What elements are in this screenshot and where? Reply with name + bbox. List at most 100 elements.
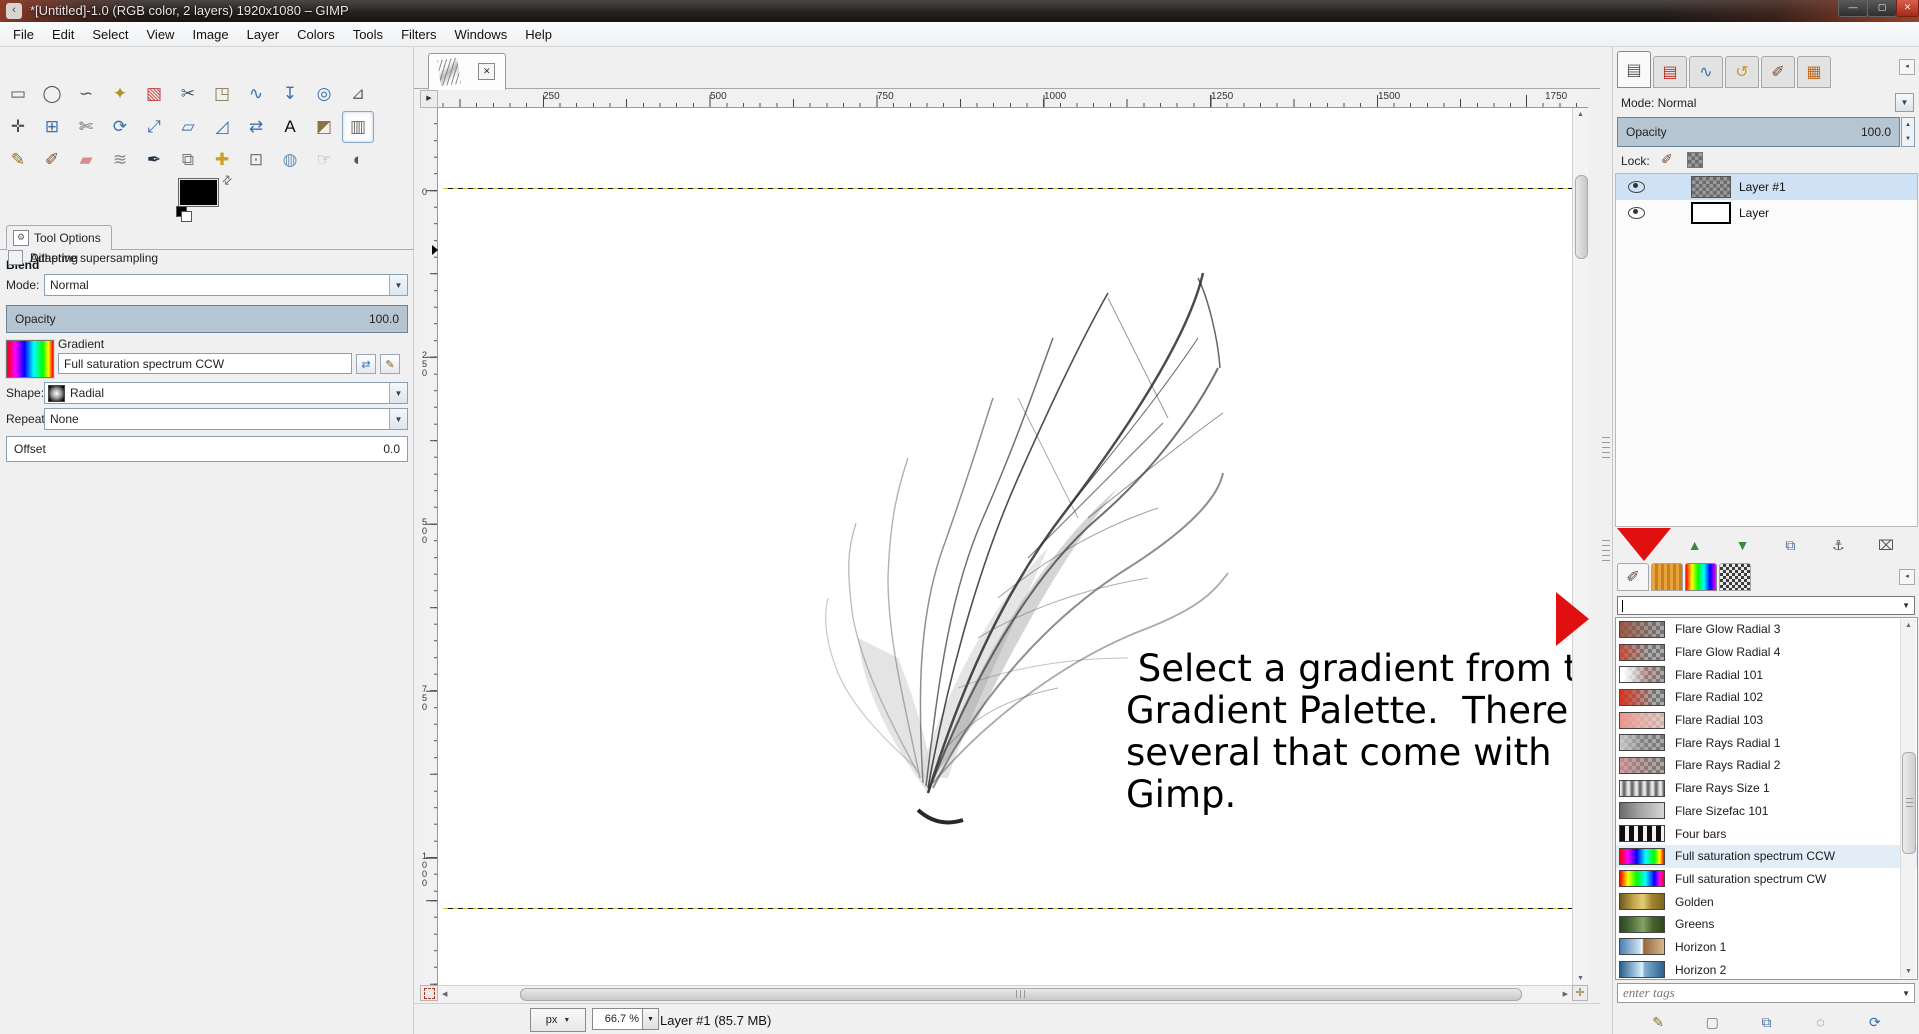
tool-button[interactable]: ✒ [138, 144, 170, 176]
splitter-grip[interactable] [1602, 437, 1610, 461]
tool-button[interactable]: ▥ [342, 111, 374, 143]
tool-button[interactable]: ✄ [70, 111, 102, 143]
layers-action-button[interactable]: ⧉ [1776, 532, 1804, 558]
gradient-row[interactable]: Full saturation spectrum CW [1616, 868, 1917, 891]
layer-row[interactable]: Layer [1616, 200, 1917, 226]
tool-button[interactable]: ✐ [36, 144, 68, 176]
navigation-button[interactable]: ✛ [1572, 985, 1588, 1001]
dock-tab[interactable]: ✐ [1617, 563, 1649, 591]
close-image-icon[interactable]: ✕ [478, 63, 496, 80]
gradient-row[interactable]: Flare Radial 103 [1616, 709, 1917, 732]
menu-item[interactable]: Windows [445, 24, 516, 45]
gradient-row[interactable]: Flare Radial 101 [1616, 663, 1917, 686]
gradient-row[interactable]: Flare Rays Size 1 [1616, 777, 1917, 800]
gradient-row[interactable]: Flare Glow Radial 3 [1616, 618, 1917, 641]
tool-button[interactable]: A [274, 111, 306, 143]
close-button[interactable]: ✕ [1896, 0, 1919, 17]
spinner-down-icon[interactable]: ▼ [1905, 136, 1911, 142]
gradients-action-button[interactable]: ⟳ [1861, 1009, 1889, 1034]
gradient-row[interactable]: Flare Rays Radial 2 [1616, 754, 1917, 777]
scroll-left-icon[interactable]: ◀ [442, 990, 447, 998]
tool-button[interactable]: ◩ [308, 111, 340, 143]
tool-options-tab[interactable]: ⚙ Tool Options [6, 225, 112, 250]
menu-item[interactable]: View [138, 24, 184, 45]
ruler-corner-button[interactable]: ▶ [420, 90, 438, 108]
gradients-scrollbar[interactable]: ▲ ▼ [1900, 619, 1916, 978]
dock-tab[interactable]: ▦ [1797, 56, 1831, 88]
tool-button[interactable]: ⟳ [104, 111, 136, 143]
dock-tab[interactable]: ▤ [1653, 56, 1687, 88]
gradient-preview[interactable] [6, 340, 54, 378]
dock-splitter[interactable] [1600, 47, 1612, 1034]
tool-button[interactable]: ◿ [206, 111, 238, 143]
scroll-up-icon[interactable]: ▲ [1905, 622, 1912, 629]
gradient-row[interactable]: Four bars [1616, 822, 1917, 845]
swap-colors-icon[interactable]: ⇄ [219, 171, 236, 188]
menu-item[interactable]: Layer [238, 24, 289, 45]
dock-tab[interactable]: ✐ [1761, 56, 1795, 88]
layers-opacity-slider[interactable]: Opacity 100.0 [1617, 117, 1900, 147]
dock-tab[interactable]: ↺ [1725, 56, 1759, 88]
dock-tab[interactable]: ∿ [1689, 56, 1723, 88]
tool-button[interactable]: ✂ [172, 78, 204, 110]
default-colors-icon[interactable] [176, 206, 192, 222]
menu-item[interactable]: Tools [344, 24, 392, 45]
shape-dropdown[interactable]: Radial ▼ [44, 382, 408, 404]
gradients-scrollbar-thumb[interactable] [1902, 752, 1916, 854]
tool-button[interactable]: ◍ [274, 144, 306, 176]
tags-input[interactable] [1618, 984, 1903, 1002]
mode-dropdown[interactable]: Normal ▼ [44, 274, 408, 296]
gradient-row[interactable]: Horizon 2 [1616, 958, 1917, 979]
horizontal-scrollbar-thumb[interactable] [520, 988, 1522, 1001]
tool-button[interactable]: ▱ [172, 111, 204, 143]
checkbox[interactable]: ✓ [8, 250, 23, 265]
tool-button[interactable]: ↧ [274, 78, 306, 110]
dock-tab[interactable] [1651, 563, 1683, 591]
gradients-action-button[interactable]: ⧉ [1752, 1009, 1780, 1034]
vertical-ruler[interactable]: 0 250 500 750 1000 [420, 108, 438, 985]
layers-action-button[interactable]: ▼ [1729, 532, 1757, 558]
gradients-action-button[interactable]: ◌ [1807, 1009, 1835, 1034]
gradient-row[interactable]: Flare Rays Radial 1 [1616, 731, 1917, 754]
visibility-eye-icon[interactable] [1628, 181, 1645, 193]
reverse-gradient-icon[interactable]: ⇄ [356, 354, 376, 374]
tool-button[interactable]: ≋ [104, 144, 136, 176]
image-tab[interactable]: ✕ [428, 53, 506, 90]
opacity-spinner[interactable]: ▲ ▼ [1901, 117, 1915, 147]
scroll-up-icon[interactable]: ▲ [1577, 111, 1584, 118]
tool-button[interactable]: ✛ [2, 111, 34, 143]
lock-alpha-icon[interactable] [1687, 152, 1703, 168]
menu-item[interactable]: Help [516, 24, 561, 45]
collapse-panel-icon[interactable]: ◂ [1899, 59, 1915, 75]
layer-row[interactable]: Layer #1 [1616, 174, 1917, 200]
vertical-scrollbar[interactable]: ▲ ▼ [1572, 108, 1588, 985]
tool-button[interactable]: ▰ [70, 144, 102, 176]
horizontal-ruler[interactable]: 250 500 750 1000 1250 1500 1750 [438, 90, 1588, 108]
dock-tab[interactable]: ▤ [1617, 51, 1651, 88]
unit-dropdown[interactable]: px ▼ [530, 1008, 586, 1032]
layers-mode-dropdown[interactable]: ▼ [1895, 93, 1914, 112]
tool-button[interactable]: ◳ [206, 78, 238, 110]
spinner-up-icon[interactable]: ▲ [1905, 122, 1911, 128]
tool-button[interactable]: ✦ [104, 78, 136, 110]
tool-button[interactable]: ▭ [2, 78, 34, 110]
tool-button[interactable]: ⊞ [36, 111, 68, 143]
minimize-button[interactable]: — [1838, 0, 1868, 17]
gradient-filter-input[interactable]: ▼ [1617, 596, 1915, 615]
menu-item[interactable]: Colors [288, 24, 344, 45]
layers-action-button[interactable]: ⚓ [1824, 532, 1852, 558]
lock-paint-icon[interactable]: ✐ [1661, 151, 1673, 168]
zoom-dropdown[interactable]: 66.7 % ▼ [592, 1008, 659, 1030]
foreground-color-swatch[interactable] [178, 178, 219, 207]
gradient-name-box[interactable]: Full saturation spectrum CCW [58, 353, 352, 374]
scroll-right-icon[interactable]: ▶ [1563, 990, 1568, 998]
gradient-row[interactable]: Flare Radial 102 [1616, 686, 1917, 709]
gradient-row[interactable]: Flare Glow Radial 4 [1616, 641, 1917, 664]
offset-slider[interactable]: Offset 0.0 [6, 436, 408, 462]
menu-item[interactable]: Edit [43, 24, 83, 45]
tool-button[interactable]: ⇄ [240, 111, 272, 143]
horizontal-scrollbar[interactable]: ◀ ▶ [438, 985, 1572, 1001]
gradient-row[interactable]: Full saturation spectrum CCW [1616, 844, 1917, 868]
layers-action-button[interactable]: ▲ [1681, 532, 1709, 558]
dock-tab[interactable] [1719, 563, 1751, 591]
